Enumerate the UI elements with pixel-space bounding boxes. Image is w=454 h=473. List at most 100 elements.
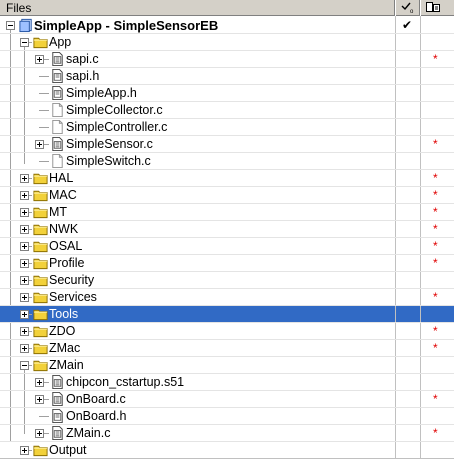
build-include-cell[interactable] <box>396 238 420 255</box>
build-include-cell[interactable] <box>396 153 420 170</box>
name-cell[interactable]: ZMain <box>0 357 395 374</box>
tree-folder-row[interactable]: Security <box>0 272 454 289</box>
name-cell[interactable]: SimpleSensor.c <box>0 136 395 153</box>
build-include-cell[interactable] <box>396 306 420 323</box>
expand-icon[interactable] <box>35 378 44 387</box>
collapse-icon[interactable] <box>20 38 29 47</box>
expand-icon[interactable] <box>20 276 29 285</box>
build-include-cell[interactable] <box>396 289 420 306</box>
tree-file-row[interactable]: SimpleSensor.c * <box>0 136 454 153</box>
name-cell[interactable]: chipcon_cstartup.s51 <box>0 374 395 391</box>
name-cell[interactable]: SimpleController.c <box>0 119 395 136</box>
name-cell[interactable]: OnBoard.h <box>0 408 395 425</box>
name-cell[interactable]: Profile <box>0 255 395 272</box>
tree-folder-row[interactable]: ZDO * <box>0 323 454 340</box>
name-cell[interactable]: OSAL <box>0 238 395 255</box>
expand-icon[interactable] <box>35 55 44 64</box>
name-cell[interactable]: Services <box>0 289 395 306</box>
name-cell[interactable]: MT <box>0 204 395 221</box>
name-cell[interactable]: Output <box>0 442 395 459</box>
name-cell[interactable]: sapi.h <box>0 68 395 85</box>
build-include-cell[interactable] <box>396 34 420 51</box>
tree-folder-row[interactable]: OSAL * <box>0 238 454 255</box>
expand-icon[interactable] <box>20 310 29 319</box>
name-cell[interactable]: SimpleSwitch.c <box>0 153 395 170</box>
expand-icon[interactable] <box>20 225 29 234</box>
tree-file-row[interactable]: OnBoard.h <box>0 408 454 425</box>
tree-file-row[interactable]: SimpleSwitch.c <box>0 153 454 170</box>
name-cell[interactable]: Tools <box>0 306 395 323</box>
tree-file-row[interactable]: sapi.c * <box>0 51 454 68</box>
tree-folder-row[interactable]: ZMain <box>0 357 454 374</box>
build-include-cell[interactable] <box>396 68 420 85</box>
build-include-cell[interactable] <box>396 51 420 68</box>
expand-icon[interactable] <box>20 293 29 302</box>
expand-icon[interactable] <box>20 327 29 336</box>
name-cell[interactable]: HAL <box>0 170 395 187</box>
tree-folder-row[interactable]: Profile * <box>0 255 454 272</box>
tree-file-row[interactable]: SimpleApp.h <box>0 85 454 102</box>
options-column-icon[interactable] <box>425 1 443 14</box>
tree-file-row[interactable]: chipcon_cstartup.s51 <box>0 374 454 391</box>
build-include-cell[interactable] <box>396 442 420 459</box>
expand-icon[interactable] <box>20 446 29 455</box>
build-include-cell[interactable] <box>396 170 420 187</box>
build-include-cell[interactable] <box>396 136 420 153</box>
build-include-cell[interactable] <box>396 85 420 102</box>
build-include-cell[interactable] <box>396 340 420 357</box>
name-cell[interactable]: ZMain.c <box>0 425 395 442</box>
tree-folder-row[interactable]: ZMac * <box>0 340 454 357</box>
collapse-icon[interactable] <box>20 361 29 370</box>
tree-file-row[interactable]: sapi.h <box>0 68 454 85</box>
build-include-cell[interactable]: ✔ <box>396 17 420 34</box>
expand-icon[interactable] <box>35 140 44 149</box>
name-cell[interactable]: MAC <box>0 187 395 204</box>
build-include-cell[interactable] <box>396 425 420 442</box>
build-include-cell[interactable] <box>396 204 420 221</box>
checkmark-column-icon[interactable]: o <box>399 1 417 14</box>
tree-folder-row[interactable]: HAL * <box>0 170 454 187</box>
build-include-cell[interactable] <box>396 374 420 391</box>
expand-icon[interactable] <box>20 344 29 353</box>
build-include-cell[interactable] <box>396 323 420 340</box>
tree-folder-row[interactable]: MAC * <box>0 187 454 204</box>
name-cell[interactable]: NWK <box>0 221 395 238</box>
build-include-cell[interactable] <box>396 187 420 204</box>
name-cell[interactable]: SimpleApp.h <box>0 85 395 102</box>
build-include-cell[interactable] <box>396 272 420 289</box>
expand-icon[interactable] <box>20 191 29 200</box>
expand-icon[interactable] <box>20 242 29 251</box>
name-cell[interactable]: Security <box>0 272 395 289</box>
expand-icon[interactable] <box>20 208 29 217</box>
tree-file-row[interactable]: ZMain.c * <box>0 425 454 442</box>
build-include-cell[interactable] <box>396 255 420 272</box>
tree-folder-row[interactable]: NWK * <box>0 221 454 238</box>
build-include-cell[interactable] <box>396 119 420 136</box>
name-cell[interactable]: ZMac <box>0 340 395 357</box>
tree-file-row[interactable]: SimpleCollector.c <box>0 102 454 119</box>
tree-folder-row[interactable]: Tools <box>0 306 454 323</box>
tree-file-row[interactable]: OnBoard.c * <box>0 391 454 408</box>
tree-folder-row[interactable]: Output <box>0 442 454 459</box>
build-include-cell[interactable] <box>396 357 420 374</box>
build-include-cell[interactable] <box>396 102 420 119</box>
tree-folder-row[interactable]: MT * <box>0 204 454 221</box>
expand-icon[interactable] <box>35 395 44 404</box>
tree-project-row[interactable]: SimpleApp - SimpleSensorEB ✔ <box>0 17 454 34</box>
name-cell[interactable]: sapi.c <box>0 51 395 68</box>
expand-icon[interactable] <box>35 429 44 438</box>
build-include-cell[interactable] <box>396 408 420 425</box>
name-cell[interactable]: SimpleApp - SimpleSensorEB <box>0 17 395 34</box>
expand-icon[interactable] <box>20 174 29 183</box>
name-cell[interactable]: SimpleCollector.c <box>0 102 395 119</box>
name-cell[interactable]: ZDO <box>0 323 395 340</box>
files-column-header[interactable]: Files <box>6 1 31 15</box>
tree-folder-row[interactable]: Services * <box>0 289 454 306</box>
name-cell[interactable]: App <box>0 34 395 51</box>
tree-file-row[interactable]: SimpleController.c <box>0 119 454 136</box>
build-include-cell[interactable] <box>396 221 420 238</box>
tree-folder-row[interactable]: App <box>0 34 454 51</box>
name-cell[interactable]: OnBoard.c <box>0 391 395 408</box>
collapse-icon[interactable] <box>6 21 15 30</box>
build-include-cell[interactable] <box>396 391 420 408</box>
